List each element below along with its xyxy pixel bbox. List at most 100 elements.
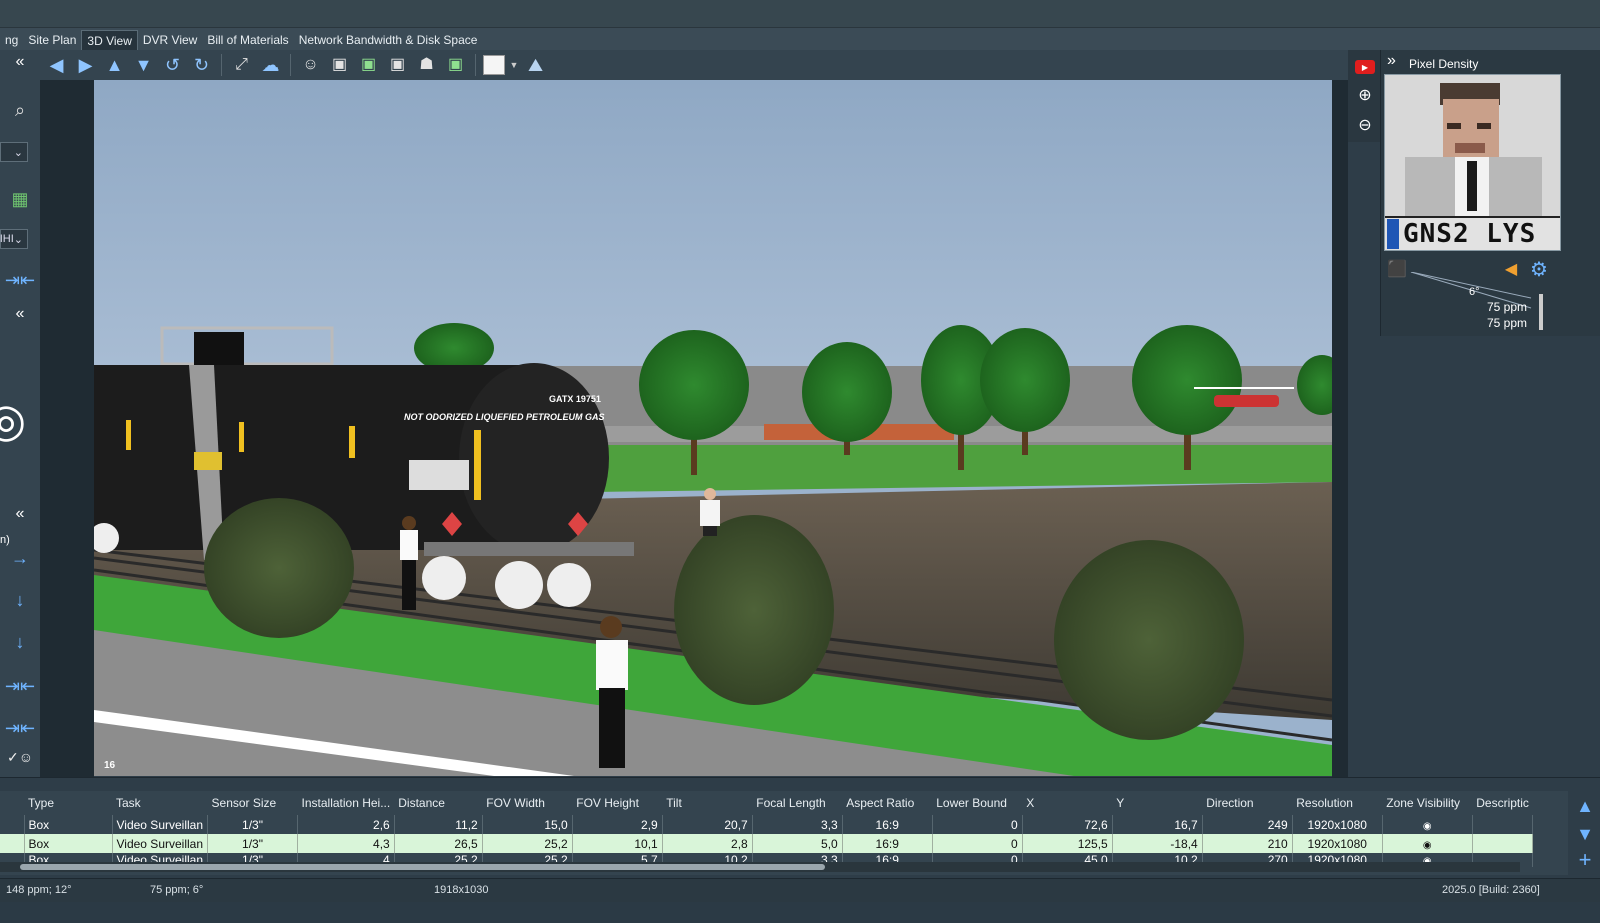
table-cell[interactable]: 72,6	[1022, 815, 1113, 834]
table-header-cell[interactable]: Descriptic	[1472, 791, 1533, 815]
table-cell[interactable]: ◉	[1382, 815, 1473, 834]
person-gray-target-icon[interactable]: ▣	[385, 53, 410, 77]
camera-icon[interactable]: ◎	[0, 380, 26, 460]
table-cell[interactable]: 16,7	[1112, 815, 1203, 834]
collapse-section-icon[interactable]: «	[0, 304, 40, 324]
table-cell[interactable]: 249	[1202, 815, 1293, 834]
background-color-swatch[interactable]	[483, 55, 505, 75]
eye-icon[interactable]: ◉	[1423, 840, 1432, 851]
table-header-cell[interactable]: Zone Visibility	[1382, 791, 1472, 815]
tab-3d-view[interactable]: 3D View	[81, 30, 138, 50]
row-handle[interactable]	[0, 834, 25, 853]
zoom-out-icon[interactable]: ⊖	[1353, 114, 1377, 136]
table-cell[interactable]	[1472, 815, 1534, 834]
table-cell[interactable]: 10,1	[572, 834, 663, 853]
table-header-cell[interactable]: Distance	[394, 791, 482, 815]
table-cell[interactable]: 4,3	[297, 834, 395, 853]
table-cell[interactable]: 20,7	[662, 815, 753, 834]
collapse-section-icon-2[interactable]: «	[0, 504, 40, 524]
arrow-down-icon-2[interactable]: ↓	[0, 630, 40, 654]
arrow-right-icon[interactable]: →	[0, 548, 40, 568]
table-cell[interactable]: -18,4	[1112, 834, 1203, 853]
table-cell[interactable]: 26,5	[394, 834, 483, 853]
terrain-icon[interactable]: ⛰	[523, 53, 548, 77]
table-header-cell[interactable]: Type	[24, 791, 112, 815]
table-row[interactable]: Box Video Surveillan 1/3" 2,6 11,2 15,0 2,9 20,…	[0, 815, 1534, 834]
pan-up-icon[interactable]: ▲	[102, 53, 127, 77]
pan-left-icon[interactable]: ◀	[44, 53, 69, 77]
move-up-icon[interactable]: ▲	[1574, 795, 1596, 817]
table-header-cell[interactable]: Tilt	[662, 791, 752, 815]
tab-network-bandwidth[interactable]: Network Bandwidth & Disk Space	[294, 30, 483, 50]
tab-site-plan[interactable]: Site Plan	[23, 30, 81, 50]
scrollbar-thumb[interactable]	[20, 864, 825, 870]
table-header-cell[interactable]: FOV Width	[482, 791, 572, 815]
table-header-cell[interactable]: Installation Hei...	[298, 791, 395, 815]
table-row[interactable]: Box Video Surveillan 1/3" 4,3 26,5 25,2 10,1 2,…	[0, 834, 1534, 853]
merge-arrows-icon-3[interactable]: ⇥⇤	[0, 718, 40, 738]
tab-dvr-view[interactable]: DVR View	[138, 30, 202, 50]
arrow-down-icon[interactable]: ↓	[0, 588, 40, 612]
cloud-upload-icon[interactable]: ☁	[258, 53, 283, 77]
row-handle[interactable]	[0, 815, 25, 834]
table-cell[interactable]: Video Surveillan	[112, 815, 209, 834]
rotate-right-icon[interactable]: ↻	[189, 53, 214, 77]
3d-viewport[interactable]: NOT ODORIZED LIQUEFIED PETROLEUM GAS GAT…	[94, 80, 1332, 776]
table-header-cell[interactable]: Aspect Ratio	[842, 791, 932, 815]
table-cell[interactable]: Box	[24, 834, 113, 853]
table-cell[interactable]	[1472, 834, 1534, 853]
tab-bill-of-materials[interactable]: Bill of Materials	[202, 30, 293, 50]
table-cell[interactable]: 1/3"	[207, 834, 299, 853]
table-cell[interactable]: 16:9	[842, 834, 933, 853]
table-cell[interactable]: 11,2	[394, 815, 483, 834]
collapse-left-icon[interactable]: «	[0, 52, 40, 72]
table-header-cell[interactable]: X	[1022, 791, 1112, 815]
person-check-icon[interactable]: ✓☺	[0, 746, 40, 768]
chevron-down-icon[interactable]: ▼	[509, 53, 519, 77]
table-header-cell[interactable]: Direction	[1202, 791, 1292, 815]
table-header-cell[interactable]: Task	[112, 791, 208, 815]
table-header-cell[interactable]: Resolution	[1292, 791, 1382, 815]
table-cell[interactable]: 16:9	[842, 815, 933, 834]
table-header-cell[interactable]: Sensor Size	[208, 791, 298, 815]
tab-partial[interactable]: ng	[0, 30, 23, 50]
table-cell[interactable]: Video Surveillan	[112, 834, 209, 853]
person-map-icon[interactable]: ▣	[443, 53, 468, 77]
table-cell[interactable]: ◉	[1382, 834, 1473, 853]
record-video-icon[interactable]: ▶	[1353, 56, 1377, 78]
table-cell[interactable]: 1/3"	[207, 815, 299, 834]
table-cell[interactable]: 2,9	[572, 815, 663, 834]
table-cell[interactable]: 2,8	[662, 834, 753, 853]
table-header-cell[interactable]: Focal Length	[752, 791, 842, 815]
bottom-splitter[interactable]	[0, 777, 1600, 791]
table-cell[interactable]: 210	[1202, 834, 1293, 853]
table-horizontal-scrollbar[interactable]	[0, 862, 1520, 872]
table-cell[interactable]: 1920x1080	[1292, 834, 1383, 853]
map-icon[interactable]: ▦	[0, 186, 40, 212]
height-dropdown[interactable]: IHI ⌄	[0, 229, 28, 249]
table-cell[interactable]: Box	[24, 815, 113, 834]
table-cell[interactable]: 0	[932, 815, 1023, 834]
table-cell[interactable]: 15,0	[482, 815, 573, 834]
layer-dropdown[interactable]: ⌄	[0, 142, 28, 162]
table-header-cell[interactable]: FOV Height	[572, 791, 662, 815]
table-cell[interactable]: 25,2	[482, 834, 573, 853]
rotate-left-icon[interactable]: ↺	[160, 53, 185, 77]
person-green-target-icon[interactable]: ▣	[356, 53, 381, 77]
zoom-in-icon[interactable]: ⊕	[1353, 84, 1377, 106]
table-cell[interactable]: 3,3	[752, 815, 843, 834]
table-header-cell[interactable]: Y	[1112, 791, 1202, 815]
table-cell[interactable]: 1920x1080	[1292, 815, 1383, 834]
person-silhouette-icon[interactable]: ☗	[414, 53, 439, 77]
table-cell[interactable]: 0	[932, 834, 1023, 853]
table-cell[interactable]: 2,6	[297, 815, 395, 834]
add-camera-icon[interactable]: +	[1574, 847, 1596, 872]
pan-down-icon[interactable]: ▼	[131, 53, 156, 77]
table-cell[interactable]: 5,0	[752, 834, 843, 853]
eye-icon[interactable]: ◉	[1423, 821, 1432, 832]
expand-panel-icon[interactable]: »	[1387, 52, 1396, 70]
search-layers-icon[interactable]: ⌕	[0, 98, 40, 122]
add-person-icon[interactable]: ☺	[298, 53, 323, 77]
table-cell[interactable]: 125,5	[1022, 834, 1113, 853]
person-target-icon[interactable]: ▣	[327, 53, 352, 77]
